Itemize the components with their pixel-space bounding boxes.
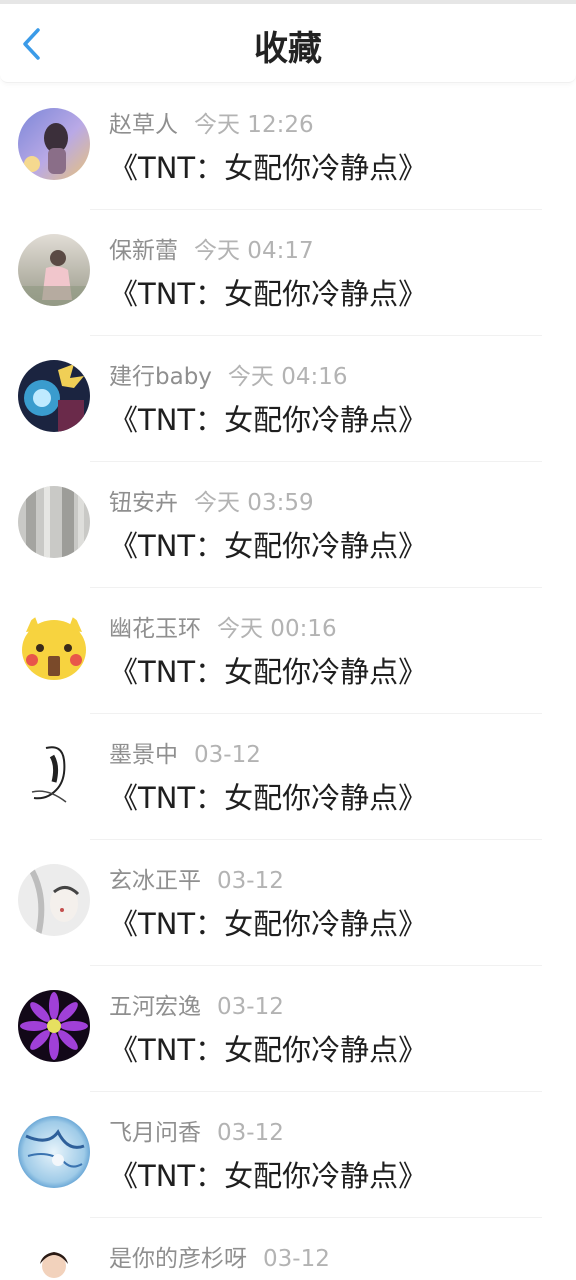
avatar[interactable]	[18, 486, 90, 558]
avatar[interactable]	[18, 360, 90, 432]
user-name: 墨景中	[109, 742, 178, 768]
avatar[interactable]	[18, 612, 90, 684]
item-meta: 玄冰正平 03-12	[109, 864, 284, 898]
book-title[interactable]: 《TNT：女配你冷静点》	[109, 778, 427, 818]
user-name: 建行baby	[109, 364, 212, 390]
user-name: 五河宏逸	[109, 994, 201, 1020]
timestamp: 今天 03:59	[194, 490, 314, 516]
user-name: 保新蕾	[109, 238, 178, 264]
avatar[interactable]	[18, 990, 90, 1062]
timestamp: 今天 04:16	[227, 364, 348, 390]
avatar[interactable]	[18, 234, 90, 306]
book-title[interactable]: 《TNT：女配你冷静点》	[109, 526, 427, 566]
avatar[interactable]	[18, 1242, 90, 1280]
item-meta: 幽花玉环 今天 00:16	[109, 612, 337, 646]
page-title: 收藏	[254, 29, 322, 69]
list-item[interactable]: 幽花玉环 今天 00:16 《TNT：女配你冷静点》	[0, 588, 576, 714]
user-name: 幽花玉环	[109, 616, 201, 642]
item-meta: 钮安卉 今天 03:59	[109, 486, 314, 520]
avatar[interactable]	[18, 738, 90, 810]
timestamp: 今天 00:16	[217, 616, 337, 642]
avatar[interactable]	[18, 108, 90, 180]
list-item[interactable]: 钮安卉 今天 03:59 《TNT：女配你冷静点》	[0, 462, 576, 588]
user-name: 赵草人	[109, 112, 178, 138]
item-meta: 飞月问香 03-12	[109, 1116, 284, 1150]
list-item[interactable]: 赵草人 今天 12:26 《TNT：女配你冷静点》	[0, 84, 576, 210]
list-item[interactable]: 飞月问香 03-12 《TNT：女配你冷静点》	[0, 1092, 576, 1218]
item-meta: 五河宏逸 03-12	[109, 990, 284, 1024]
avatar[interactable]	[18, 864, 90, 936]
timestamp: 03-12	[217, 868, 284, 894]
item-meta: 保新蕾 今天 04:17	[109, 234, 314, 268]
favorites-list: 赵草人 今天 12:26 《TNT：女配你冷静点》 保新蕾 今天 04:17 《TN…	[0, 84, 576, 1280]
item-meta: 赵草人 今天 12:26	[109, 108, 314, 142]
book-title[interactable]: 《TNT：女配你冷静点》	[109, 1156, 427, 1196]
avatar[interactable]	[18, 1116, 90, 1188]
list-item[interactable]: 是你的彦杉呀 03-12	[0, 1218, 576, 1280]
book-title[interactable]: 《TNT：女配你冷静点》	[109, 148, 427, 188]
user-name: 是你的彦杉呀	[109, 1246, 247, 1272]
book-title[interactable]: 《TNT：女配你冷静点》	[109, 400, 427, 440]
user-name: 飞月问香	[109, 1120, 201, 1146]
book-title[interactable]: 《TNT：女配你冷静点》	[109, 274, 427, 314]
header-bar: 收藏	[0, 4, 576, 83]
timestamp: 今天 12:26	[194, 112, 314, 138]
item-meta: 墨景中 03-12	[109, 738, 261, 772]
user-name: 钮安卉	[109, 490, 178, 516]
list-item[interactable]: 墨景中 03-12 《TNT：女配你冷静点》	[0, 714, 576, 840]
timestamp: 03-12	[217, 1120, 284, 1146]
book-title[interactable]: 《TNT：女配你冷静点》	[109, 1030, 427, 1070]
item-meta: 是你的彦杉呀 03-12	[109, 1242, 330, 1276]
favorites-page: 收藏 赵草人 今天 12:26 《TNT：女配你冷静点》 保新蕾 今天 04:1…	[0, 0, 576, 1280]
timestamp: 03-12	[217, 994, 284, 1020]
list-item[interactable]: 保新蕾 今天 04:17 《TNT：女配你冷静点》	[0, 210, 576, 336]
list-item[interactable]: 建行baby 今天 04:16 《TNT：女配你冷静点》	[0, 336, 576, 462]
user-name: 玄冰正平	[109, 868, 201, 894]
timestamp: 03-12	[194, 742, 261, 768]
list-item[interactable]: 五河宏逸 03-12 《TNT：女配你冷静点》	[0, 966, 576, 1092]
timestamp: 今天 04:17	[194, 238, 314, 264]
list-item[interactable]: 玄冰正平 03-12 《TNT：女配你冷静点》	[0, 840, 576, 966]
item-meta: 建行baby 今天 04:16	[109, 360, 348, 394]
book-title[interactable]: 《TNT：女配你冷静点》	[109, 904, 427, 944]
timestamp: 03-12	[263, 1246, 330, 1272]
book-title[interactable]: 《TNT：女配你冷静点》	[109, 652, 427, 692]
